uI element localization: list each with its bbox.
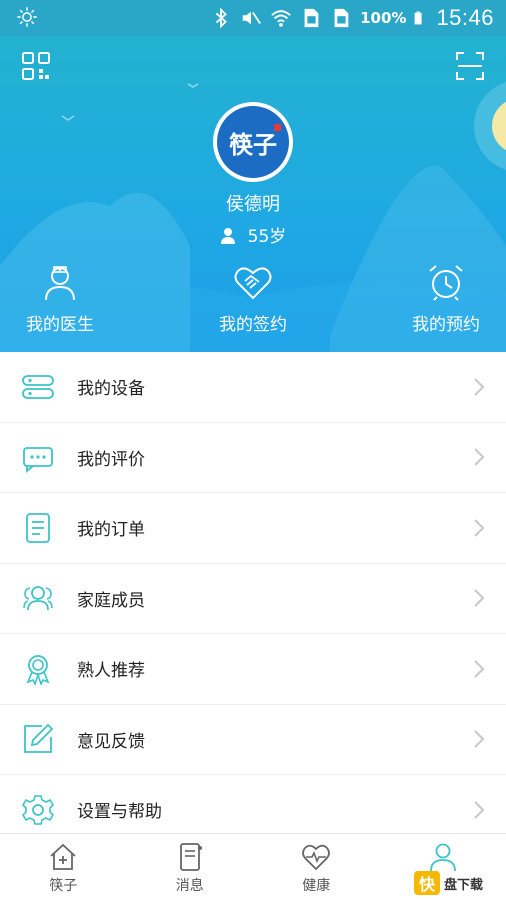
menu-label: 设置与帮助: [77, 802, 162, 823]
menu-label: 我的设备: [77, 379, 145, 400]
scan-icon[interactable]: [454, 50, 486, 82]
user-age-row: 55岁: [0, 222, 506, 247]
home-icon: [50, 843, 76, 870]
menu-label: 意见反馈: [77, 731, 145, 752]
comment-icon: [23, 447, 53, 474]
menu-label: 熟人推荐: [77, 661, 145, 682]
profile-header: 筷子 侯德明 55岁 我的医生 我的签约 我的预约: [0, 36, 506, 352]
chevron-right-icon: [474, 589, 485, 607]
menu-item-referral[interactable]: 熟人推荐: [0, 634, 506, 705]
menu-item-family[interactable]: 家庭成员: [0, 564, 506, 634]
menu-label: 家庭成员: [77, 590, 145, 611]
menu-item-devices[interactable]: 我的设备: [0, 352, 506, 423]
watermark-logo: 快 盘下载: [414, 870, 500, 896]
doctor-icon: [45, 266, 75, 301]
qr-code-icon[interactable]: [20, 50, 52, 82]
user-icon: [429, 843, 456, 872]
menu-item-feedback[interactable]: 意见反馈: [0, 705, 506, 775]
avatar-logo: 筷子: [217, 106, 289, 178]
gear-icon: [22, 794, 54, 825]
chevron-right-icon: [474, 730, 485, 748]
handshake-icon: [234, 267, 272, 300]
chevron-right-icon: [474, 519, 485, 537]
quick-label: 我的医生: [26, 315, 94, 335]
bluetooth-icon: [215, 7, 228, 29]
quick-my-contract[interactable]: 我的签约: [183, 262, 323, 335]
quick-label: 我的签约: [219, 315, 287, 335]
family-icon: [23, 586, 53, 611]
mute-icon: [242, 11, 262, 25]
tab-messages[interactable]: 消息: [127, 834, 254, 900]
battery-icon: [415, 11, 423, 25]
chevron-right-icon: [474, 448, 485, 466]
chevron-right-icon: [474, 801, 485, 819]
chevron-right-icon: [474, 660, 485, 678]
quick-my-doctor[interactable]: 我的医生: [0, 262, 130, 335]
menu-item-reviews[interactable]: 我的评价: [0, 423, 506, 493]
clock: 15:46: [436, 5, 494, 30]
avatar[interactable]: 筷子: [213, 102, 293, 182]
edit-icon: [24, 723, 54, 754]
message-icon: [179, 843, 202, 871]
status-bar: 100% 15:46: [0, 0, 506, 36]
user-name: 侯德明: [226, 194, 280, 215]
alarm-clock-icon: [429, 265, 463, 301]
avatar-logo-dot: [274, 124, 281, 131]
tab-health[interactable]: 健康: [253, 834, 380, 900]
chevron-right-icon: [474, 378, 485, 396]
menu-item-orders[interactable]: 我的订单: [0, 493, 506, 564]
watermark-text: 盘下载: [444, 877, 484, 893]
brightness-icon: [17, 7, 37, 27]
order-icon: [26, 512, 50, 543]
wifi-icon: [271, 10, 291, 27]
sim-card-icon: [304, 8, 319, 28]
user-age: 55岁: [247, 227, 287, 247]
menu-label: 我的订单: [77, 520, 145, 541]
tab-home[interactable]: 筷子: [0, 834, 127, 900]
award-icon: [26, 654, 50, 685]
tab-label: 消息: [175, 878, 204, 894]
menu-label: 我的评价: [77, 449, 145, 470]
menu-list: 我的设备 我的评价 我的订单 家庭成员 熟人推荐 意见反馈 设置与帮助: [0, 352, 506, 846]
battery-percent: 100%: [360, 9, 407, 27]
quick-my-appointment[interactable]: 我的预约: [376, 262, 506, 335]
watermark-badge: 快: [414, 871, 440, 895]
health-icon: [302, 844, 331, 871]
tab-label: 健康: [302, 878, 331, 894]
person-icon: [220, 228, 235, 244]
sim-card-icon: [334, 8, 349, 28]
quick-label: 我的预约: [412, 315, 480, 335]
tab-label: 筷子: [49, 878, 78, 894]
device-icon: [22, 374, 54, 399]
